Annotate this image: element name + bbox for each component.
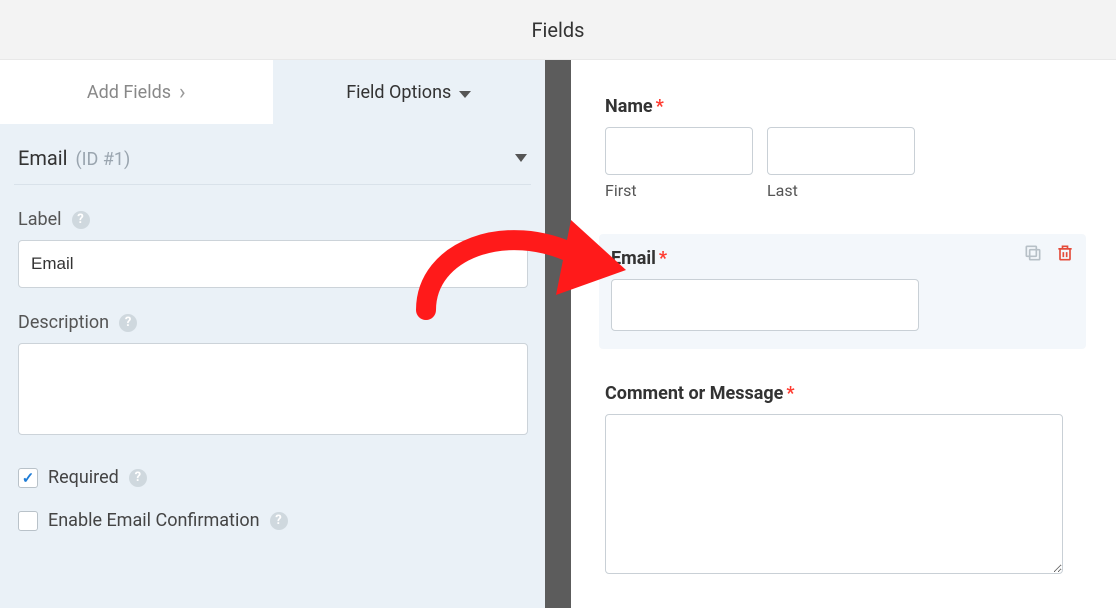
required-star-icon: * — [786, 383, 794, 404]
help-icon[interactable]: ? — [270, 512, 288, 530]
chevron-right-icon — [179, 80, 186, 105]
last-name-input[interactable] — [767, 127, 915, 175]
enable-confirmation-checkbox[interactable] — [18, 511, 38, 531]
required-label: Required — [48, 467, 119, 488]
duplicate-icon[interactable] — [1022, 242, 1044, 264]
preview-comment-label: Comment or Message * — [605, 383, 1080, 404]
help-icon[interactable]: ? — [119, 314, 137, 332]
chevron-down-icon[interactable] — [515, 154, 527, 162]
required-star-icon: * — [659, 248, 667, 269]
trash-icon[interactable] — [1054, 242, 1076, 264]
enable-confirmation-label: Enable Email Confirmation — [48, 510, 260, 531]
enable-confirmation-row: Enable Email Confirmation ? — [14, 510, 531, 531]
selected-field-title: Email (ID #1) — [18, 146, 130, 170]
help-icon[interactable]: ? — [72, 211, 90, 229]
preview-email-label: Email * — [611, 248, 1074, 269]
page-header: Fields — [0, 0, 1116, 60]
label-input[interactable] — [18, 240, 528, 288]
tab-field-options[interactable]: Field Options — [273, 60, 546, 124]
preview-email-field[interactable]: Email * — [599, 234, 1086, 349]
tab-add-fields-label: Add Fields — [87, 82, 171, 103]
option-label-group: Label ? — [14, 209, 531, 288]
description-input[interactable] — [18, 343, 528, 435]
required-row: Required ? — [14, 467, 531, 488]
left-panel: Add Fields Field Options Email (ID #1) L… — [0, 60, 545, 608]
option-description-group: Description ? — [14, 312, 531, 439]
option-description-heading: Description — [18, 312, 109, 333]
page-title: Fields — [532, 18, 585, 42]
field-options-body: Email (ID #1) Label ? Description ? — [0, 124, 545, 541]
tab-field-options-label: Field Options — [346, 82, 451, 103]
comment-textarea[interactable] — [605, 414, 1063, 574]
preview-comment-field[interactable]: Comment or Message * — [599, 377, 1086, 584]
option-label-heading: Label — [18, 209, 62, 230]
selected-field-id: (ID #1) — [75, 149, 130, 170]
required-star-icon: * — [656, 96, 664, 117]
field-action-bar — [1022, 242, 1076, 264]
selected-field-name: Email — [18, 146, 68, 170]
tab-add-fields[interactable]: Add Fields — [0, 60, 273, 124]
help-icon[interactable]: ? — [129, 469, 147, 487]
field-options-header[interactable]: Email (ID #1) — [14, 146, 531, 185]
last-sublabel: Last — [767, 181, 915, 200]
required-checkbox[interactable] — [18, 468, 38, 488]
chevron-down-icon — [459, 91, 471, 98]
main-area: Add Fields Field Options Email (ID #1) L… — [0, 60, 1116, 608]
panel-divider — [545, 60, 571, 608]
first-name-input[interactable] — [605, 127, 753, 175]
first-sublabel: First — [605, 181, 753, 200]
preview-name-field[interactable]: Name * First Last — [599, 90, 1086, 206]
form-preview: Name * First Last — [571, 60, 1116, 608]
preview-name-label: Name * — [605, 96, 1080, 117]
email-input[interactable] — [611, 279, 919, 331]
panel-tabs: Add Fields Field Options — [0, 60, 545, 124]
